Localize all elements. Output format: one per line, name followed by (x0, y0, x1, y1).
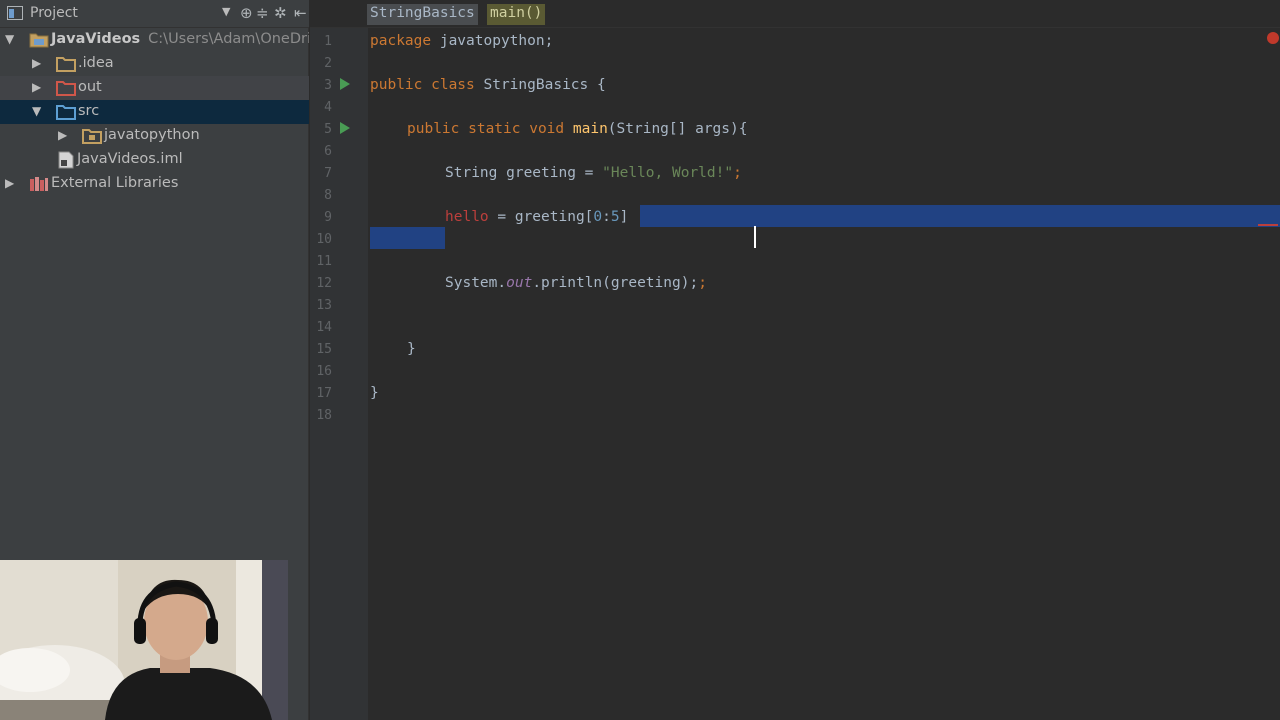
line-number: 7 (324, 166, 332, 181)
tree-item-label: JavaVideos C:\Users\Adam\OneDriv (51, 31, 309, 47)
module-folder-icon (29, 33, 49, 48)
chevron-down-icon[interactable]: ▼ (5, 32, 14, 46)
project-tool-window: Project ▼ ⊕ ≑ ✲ ⇤ ▼ JavaVideos C:\Users\A… (0, 0, 309, 720)
code-line-12[interactable]: System.out.println(greeting);; (445, 272, 707, 294)
text-selection (370, 227, 445, 249)
folder-icon (56, 57, 76, 72)
run-method-icon[interactable] (340, 122, 350, 134)
breadcrumb: StringBasics main() (310, 0, 1280, 28)
tree-item-label: External Libraries (51, 175, 179, 191)
line-number: 14 (316, 320, 332, 335)
tree-item-out[interactable]: ▶ out (0, 76, 309, 100)
line-number: 8 (324, 188, 332, 203)
error-underline (1258, 224, 1278, 226)
line-number: 13 (316, 298, 332, 313)
code-line-15[interactable]: } (407, 338, 416, 360)
text-selection (640, 205, 1280, 227)
tree-item-iml[interactable]: JavaVideos.iml (0, 148, 309, 172)
run-class-icon[interactable] (340, 78, 350, 90)
tree-item-label: .idea (78, 55, 114, 71)
tree-item-javavideos[interactable]: ▼ JavaVideos C:\Users\Adam\OneDriv (0, 28, 309, 52)
line-number: 10 (316, 232, 332, 247)
project-view-icon[interactable] (7, 6, 23, 20)
text-caret (754, 226, 756, 248)
package-icon (82, 129, 102, 144)
breadcrumb-class[interactable]: StringBasics (367, 4, 478, 25)
chevron-right-icon[interactable]: ▶ (5, 176, 14, 190)
line-number: 3 (324, 78, 332, 93)
excluded-folder-icon (56, 81, 76, 96)
line-number: 1 (324, 34, 332, 49)
code-line-9[interactable]: hello = greeting[0:5] (445, 206, 628, 228)
chevron-down-icon[interactable]: ▼ (32, 104, 41, 118)
code-line-3[interactable]: public class StringBasics { (370, 74, 606, 96)
sync-icon[interactable]: ⊕ (240, 4, 253, 22)
project-panel-header: Project ▼ ⊕ ≑ ✲ ⇤ (0, 0, 309, 28)
line-number: 15 (316, 342, 332, 357)
code-editor[interactable]: StringBasics main() 1 2 3 4 5 6 7 8 9 10… (310, 0, 1280, 720)
line-number: 16 (316, 364, 332, 379)
error-indicator-icon[interactable] (1267, 32, 1279, 44)
source-folder-icon (56, 105, 76, 120)
tree-item-external-libraries[interactable]: ▶ External Libraries (0, 172, 309, 196)
tree-item-javatopython[interactable]: ▶ javatopython (0, 124, 309, 148)
line-number: 4 (324, 100, 332, 115)
tree-item-idea[interactable]: ▶ .idea (0, 52, 309, 76)
gear-icon[interactable]: ✲ (274, 4, 287, 22)
line-number: 9 (324, 210, 332, 225)
line-number: 5 (324, 122, 332, 137)
collapse-all-icon[interactable]: ≑ (256, 4, 269, 22)
tree-item-label: javatopython (104, 127, 200, 143)
line-number: 2 (324, 56, 332, 71)
library-icon (30, 177, 48, 191)
chevron-right-icon[interactable]: ▶ (32, 56, 41, 70)
webcam-image (0, 560, 288, 720)
webcam-overlay (0, 560, 288, 720)
tree-item-label: out (78, 79, 102, 95)
line-number: 17 (316, 386, 332, 401)
line-number: 18 (316, 408, 332, 423)
code-line-17[interactable]: } (370, 382, 379, 404)
file-icon (58, 151, 74, 169)
chevron-right-icon[interactable]: ▶ (58, 128, 67, 142)
project-panel-title[interactable]: Project (30, 5, 78, 21)
line-number: 6 (324, 144, 332, 159)
tree-item-label: JavaVideos.iml (77, 151, 183, 167)
hide-panel-icon[interactable]: ⇤ (294, 4, 307, 22)
code-line-1[interactable]: package javatopython; (370, 30, 553, 52)
chevron-right-icon[interactable]: ▶ (32, 80, 41, 94)
tree-item-label: src (78, 103, 100, 119)
breadcrumb-method[interactable]: main() (487, 4, 546, 25)
line-number: 12 (316, 276, 332, 291)
code-line-7[interactable]: String greeting = "Hello, World!"; (445, 162, 742, 184)
tree-item-src[interactable]: ▼ src (0, 100, 309, 124)
line-number: 11 (316, 254, 332, 269)
code-line-5[interactable]: public static void main(String[] args){ (407, 118, 747, 140)
chevron-down-icon[interactable]: ▼ (222, 5, 230, 18)
